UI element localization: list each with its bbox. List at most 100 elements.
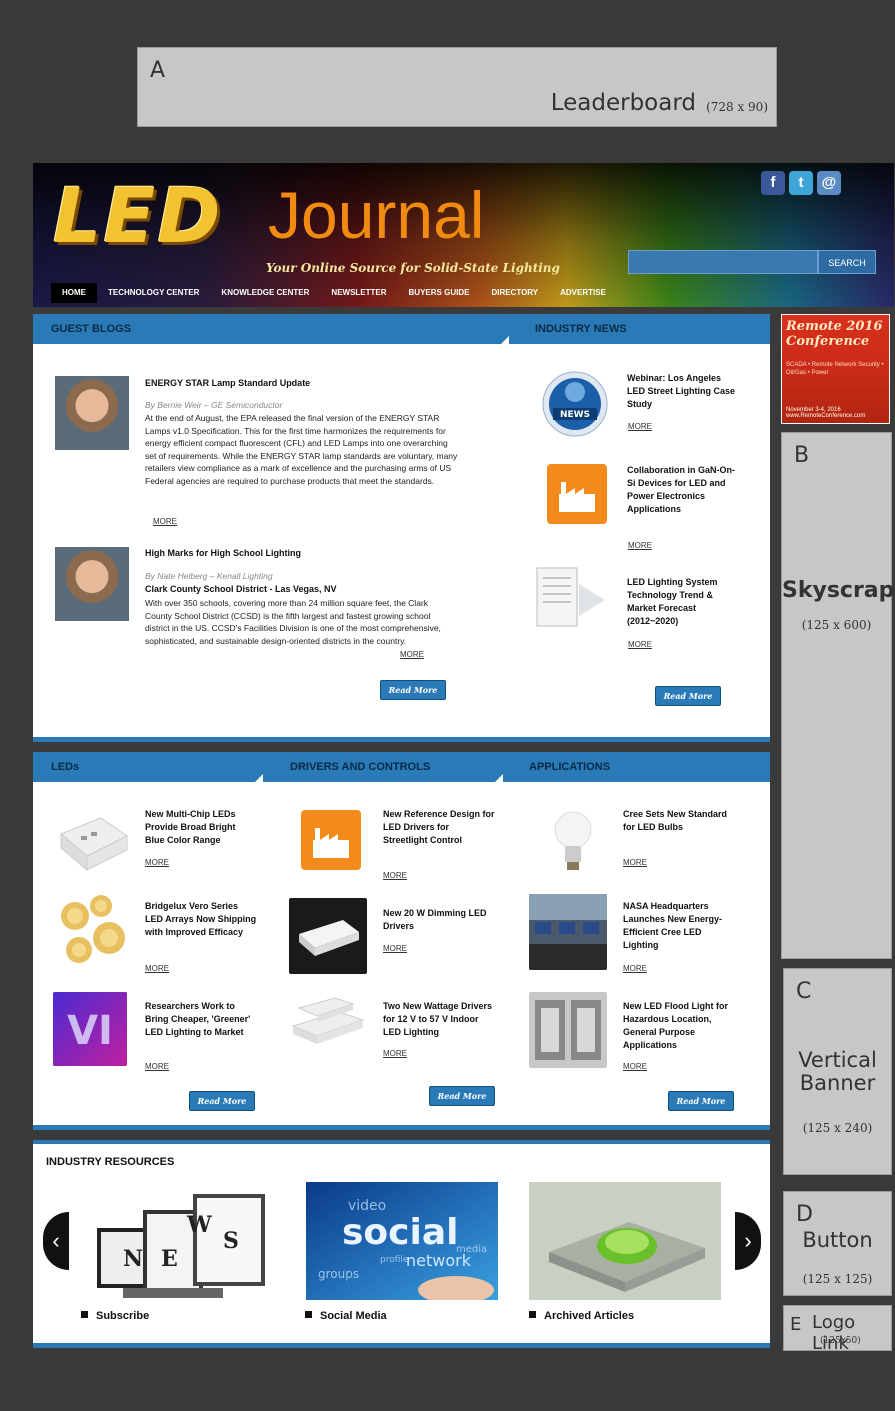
subscribe-letter-w: W bbox=[186, 1212, 212, 1238]
button-ad-slot[interactable]: D Button (125 x 125) bbox=[783, 1191, 892, 1296]
ad-slot-title: Leaderboard bbox=[550, 90, 696, 116]
subscribe-devices-image[interactable]: N E W S bbox=[93, 1188, 273, 1308]
subscribe-link[interactable]: Subscribe bbox=[81, 1310, 149, 1322]
carousel-prev-button[interactable]: ‹ bbox=[43, 1212, 69, 1270]
news-title[interactable]: Webinar: Los Angeles LED Street Lighting… bbox=[627, 372, 737, 411]
article-title[interactable]: Researchers Work to Bring Cheaper, 'Gree… bbox=[145, 1000, 257, 1039]
blog-excerpt: With over 350 schools, covering more tha… bbox=[145, 598, 441, 646]
more-link[interactable]: MORE bbox=[400, 650, 424, 659]
email-icon[interactable]: @ bbox=[817, 171, 841, 195]
blog-byline: By Bernie Weir – GE Semiconductor bbox=[145, 400, 283, 410]
more-link[interactable]: MORE bbox=[383, 1049, 407, 1058]
archived-articles-link[interactable]: Archived Articles bbox=[529, 1310, 634, 1322]
more-link[interactable]: MORE bbox=[628, 422, 652, 431]
article-title[interactable]: Cree Sets New Standard for LED Bulbs bbox=[623, 808, 735, 834]
flood-light-image[interactable] bbox=[529, 992, 607, 1068]
nav-knowledge-center[interactable]: KNOWLEDGE CENTER bbox=[210, 283, 320, 303]
ad-slot-size: (125x50) bbox=[820, 1336, 861, 1346]
nav-newsletter[interactable]: NEWSLETTER bbox=[320, 283, 397, 303]
logo-led[interactable]: LED bbox=[53, 171, 222, 260]
more-link[interactable]: MORE bbox=[145, 1062, 169, 1071]
social-media-link[interactable]: Social Media bbox=[305, 1310, 387, 1322]
twitter-icon[interactable]: t bbox=[789, 171, 813, 195]
remote-ad-subtitle: SCADA • Remote Network Security • Oil/Ga… bbox=[786, 362, 884, 376]
ad-slot-letter: E bbox=[790, 1314, 802, 1335]
ad-slot-letter: B bbox=[794, 443, 810, 468]
article-title[interactable]: Bridgelux Vero Series LED Arrays Now Shi… bbox=[145, 900, 257, 939]
article-title[interactable]: New Reference Design for LED Drivers for… bbox=[383, 808, 495, 847]
multichip-led-image[interactable] bbox=[53, 806, 131, 876]
news-icon-label: NEWS bbox=[560, 410, 590, 420]
social-image-word: groups bbox=[318, 1267, 359, 1281]
blog-byline: By Nate Helberg – Kenall Lighting bbox=[145, 571, 273, 581]
read-more-button[interactable]: Read More bbox=[380, 680, 446, 700]
more-link[interactable]: MORE bbox=[145, 858, 169, 867]
ad-slot-title: Vertical Banner bbox=[798, 1048, 877, 1095]
remote-ad-title: Remote 2016 Conference bbox=[786, 319, 883, 349]
article-title[interactable]: New LED Flood Light for Hazardous Locati… bbox=[623, 1000, 735, 1052]
nav-advertise[interactable]: ADVERTISE bbox=[549, 283, 617, 303]
social-media-image[interactable]: video social network groups media profil… bbox=[306, 1182, 498, 1300]
applications-heading: APPLICATIONS bbox=[529, 761, 611, 773]
more-link[interactable]: MORE bbox=[623, 1062, 647, 1071]
blogs-news-panel: GUEST BLOGS INDUSTRY NEWS ENERGY STAR La… bbox=[33, 314, 770, 742]
nasa-room-image[interactable] bbox=[529, 894, 607, 970]
factory-icon bbox=[547, 464, 607, 524]
guest-blogs-heading: GUEST BLOGS bbox=[51, 323, 132, 335]
main-nav: HOME TECHNOLOGY CENTER KNOWLEDGE CENTER … bbox=[51, 283, 617, 303]
facebook-icon[interactable]: f bbox=[761, 171, 785, 195]
more-link[interactable]: MORE bbox=[153, 517, 177, 526]
leaderboard-ad-slot[interactable]: A Leaderboard (728 x 90) bbox=[137, 47, 777, 127]
ad-slot-title: Skyscraper bbox=[782, 578, 895, 603]
read-more-button[interactable]: Read More bbox=[655, 686, 721, 706]
ad-slot-title: Button bbox=[802, 1228, 873, 1252]
logo-link-ad-slot[interactable]: E Logo Link (125x50) bbox=[783, 1305, 892, 1354]
skyscraper-ad-slot[interactable]: B Skyscraper (125 x 600) bbox=[781, 432, 895, 959]
author-photo[interactable] bbox=[55, 547, 129, 621]
wattage-drivers-image[interactable] bbox=[289, 992, 367, 1066]
remote-conference-ad[interactable]: Remote 2016 Conference SCADA • Remote Ne… bbox=[781, 314, 890, 424]
more-link[interactable]: MORE bbox=[628, 541, 652, 550]
drivers-heading: DRIVERS AND CONTROLS bbox=[290, 761, 431, 773]
read-more-button[interactable]: Read More bbox=[668, 1091, 734, 1111]
subscribe-letter-n: N bbox=[123, 1246, 143, 1272]
vertical-banner-ad-slot[interactable]: C Vertical Banner (125 x 240) bbox=[783, 968, 892, 1175]
categories-panel: LEDs DRIVERS AND CONTROLS APPLICATIONS N… bbox=[33, 752, 770, 1130]
led-arrays-image[interactable] bbox=[53, 892, 131, 972]
news-globe-icon: NEWS bbox=[542, 371, 608, 437]
archived-articles-image[interactable] bbox=[529, 1182, 721, 1300]
read-more-button[interactable]: Read More bbox=[189, 1091, 255, 1111]
social-image-word: profile bbox=[380, 1255, 409, 1265]
more-link[interactable]: MORE bbox=[145, 964, 169, 973]
led-bulb-image[interactable] bbox=[543, 806, 603, 882]
read-more-button[interactable]: Read More bbox=[429, 1086, 495, 1106]
dimming-driver-image[interactable] bbox=[289, 898, 367, 974]
carousel-next-button[interactable]: › bbox=[735, 1212, 761, 1270]
more-link[interactable]: MORE bbox=[623, 964, 647, 973]
nav-technology-center[interactable]: TECHNOLOGY CENTER bbox=[97, 283, 210, 303]
nav-directory[interactable]: DIRECTORY bbox=[480, 283, 549, 303]
author-photo[interactable] bbox=[55, 376, 129, 450]
news-title[interactable]: Collaboration in GaN-On-Si Devices for L… bbox=[627, 464, 737, 516]
logo-journal[interactable]: Journal bbox=[268, 177, 484, 253]
more-link[interactable]: MORE bbox=[383, 871, 407, 880]
tagline: Your Online Source for Solid-State Light… bbox=[266, 261, 560, 275]
article-title[interactable]: Two New Wattage Drivers for 12 V to 57 V… bbox=[383, 1000, 495, 1039]
nav-home[interactable]: HOME bbox=[51, 283, 97, 303]
report-icon bbox=[536, 567, 605, 627]
article-title[interactable]: NASA Headquarters Launches New Energy-Ef… bbox=[623, 900, 735, 952]
factory-icon[interactable] bbox=[301, 810, 361, 870]
article-title[interactable]: New 20 W Dimming LED Drivers bbox=[383, 907, 495, 933]
resources-heading: INDUSTRY RESOURCES bbox=[46, 1156, 175, 1168]
researchers-image[interactable]: VI bbox=[53, 992, 127, 1066]
more-link[interactable]: MORE bbox=[623, 858, 647, 867]
more-link[interactable]: MORE bbox=[383, 944, 407, 953]
search-button[interactable]: SEARCH bbox=[818, 250, 876, 274]
article-title[interactable]: New Multi-Chip LEDs Provide Broad Bright… bbox=[145, 808, 257, 847]
nav-buyers-guide[interactable]: BUYERS GUIDE bbox=[398, 283, 481, 303]
news-title[interactable]: LED Lighting System Technology Trend & M… bbox=[627, 576, 737, 628]
more-link[interactable]: MORE bbox=[628, 640, 652, 649]
blog-title[interactable]: High Marks for High School Lighting bbox=[145, 548, 301, 558]
blog-title[interactable]: ENERGY STAR Lamp Standard Update bbox=[145, 378, 310, 388]
search-input[interactable] bbox=[628, 250, 818, 274]
